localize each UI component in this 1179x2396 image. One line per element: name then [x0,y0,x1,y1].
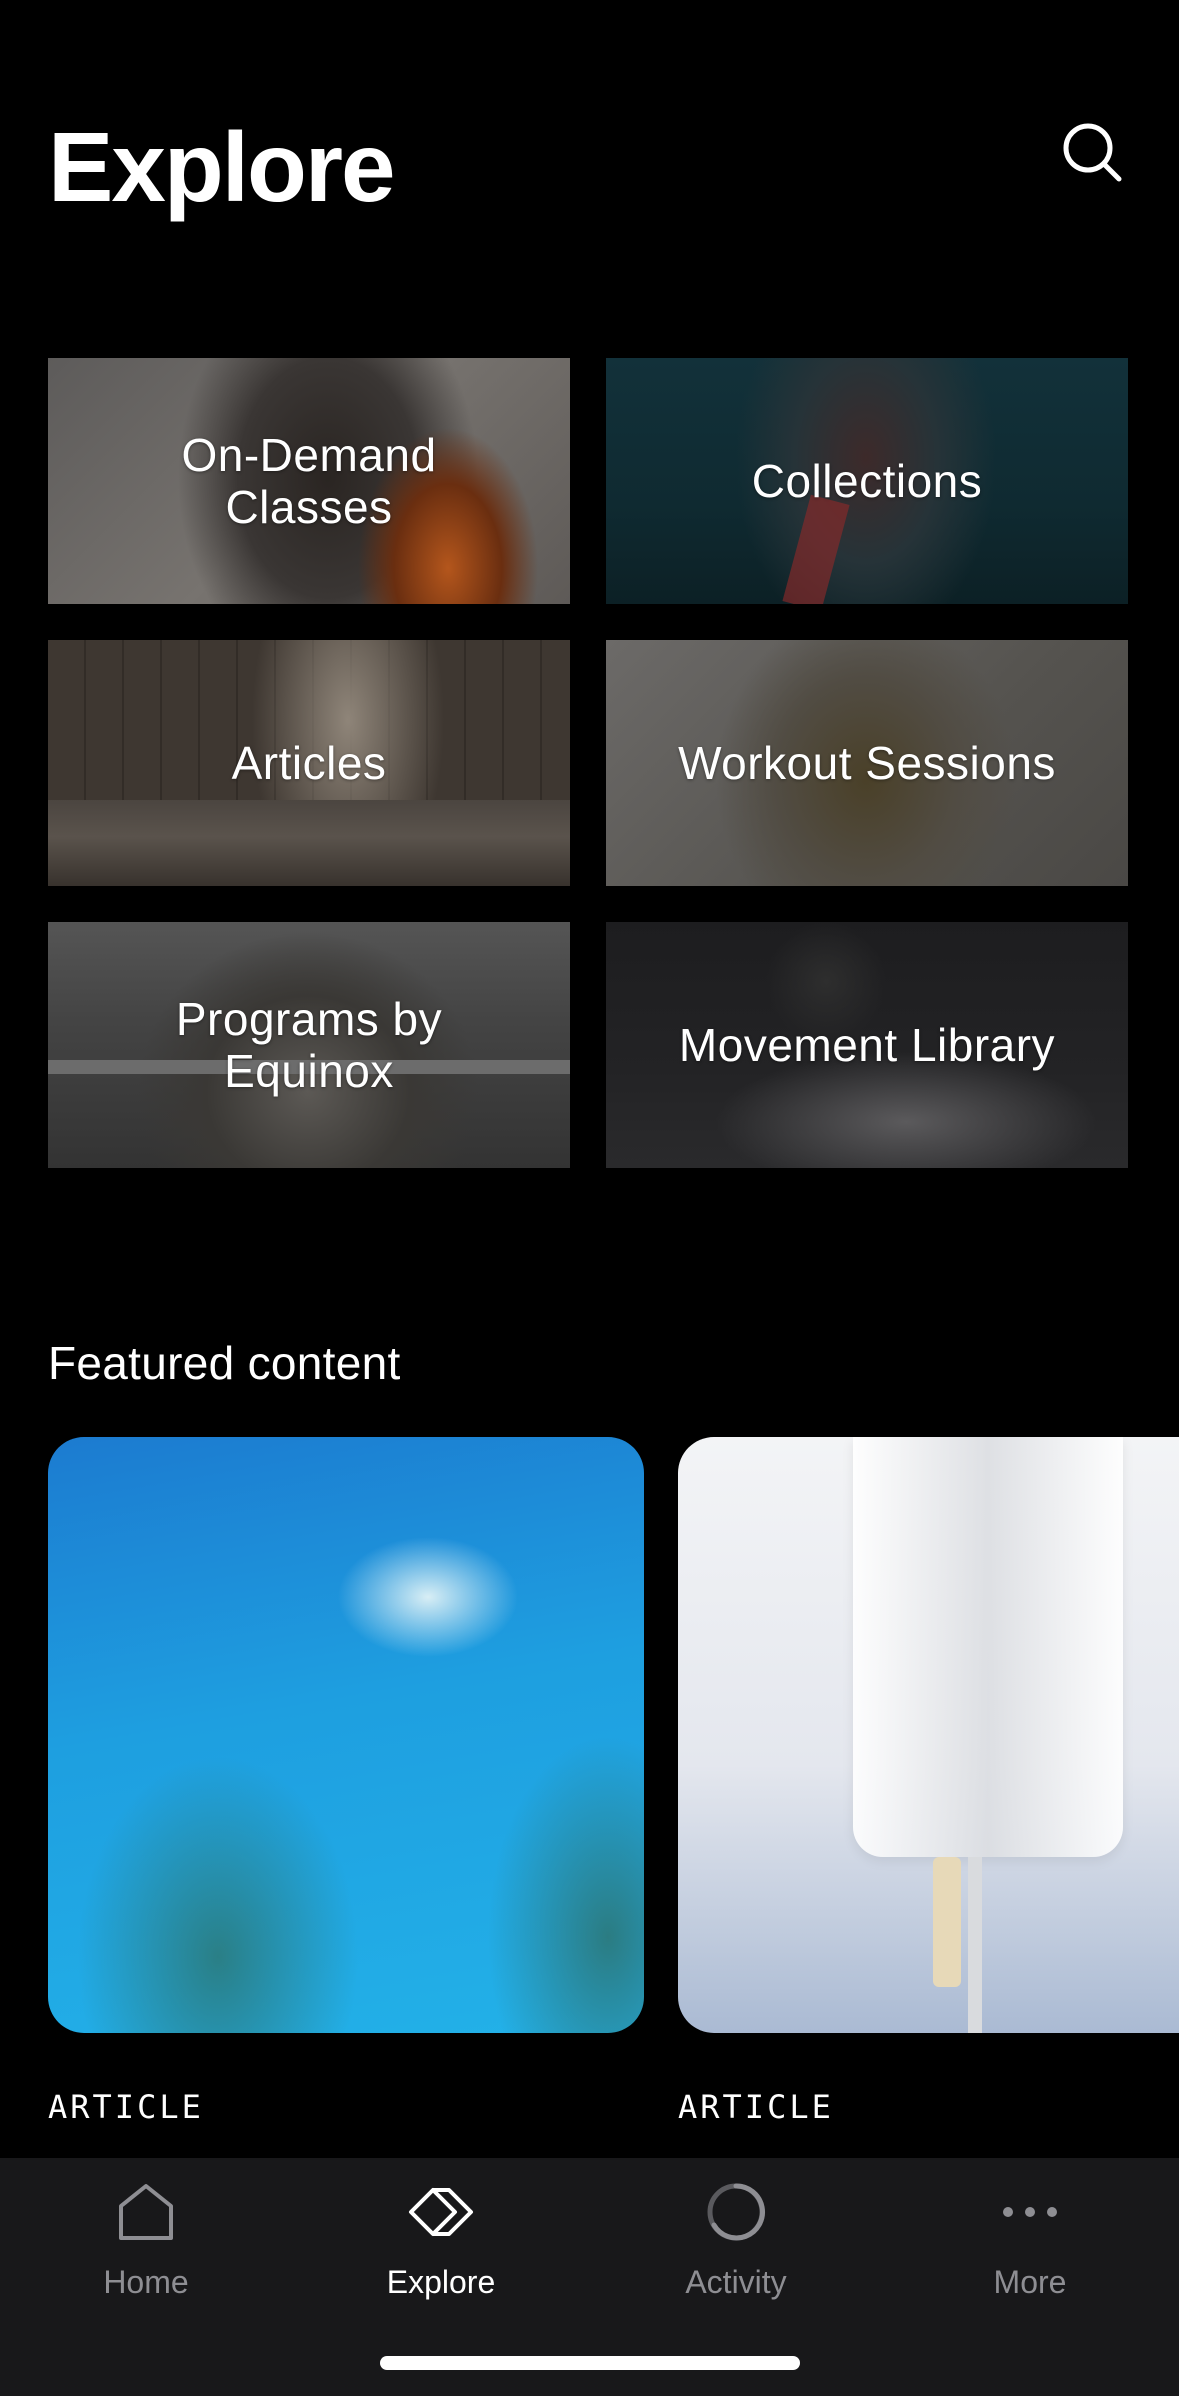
tab-explore[interactable]: Explore [331,2180,551,2301]
featured-section-title: Featured content [48,1337,401,1389]
activity-icon [707,2183,766,2241]
featured-card-swimmer[interactable] [48,1437,644,2033]
tab-label: Home [103,2264,189,2300]
tile-movement-library[interactable]: Movement Library [606,922,1128,1168]
tab-more[interactable]: More [920,2180,1140,2301]
home-icon [119,2184,173,2240]
tile-articles[interactable]: Articles [48,640,570,886]
tile-label: Programs by Equinox [175,993,443,1097]
iv-bag-image [853,1437,1123,1857]
search-icon[interactable] [1060,120,1124,184]
iv-tube-image [968,1857,982,2033]
tile-label: Workout Sessions [678,737,1056,789]
tile-label: Articles [231,737,387,789]
tile-label: Movement Library [678,1019,1056,1071]
home-indicator [380,2356,800,2370]
tab-label: Activity [685,2264,787,2300]
tile-on-demand-classes[interactable]: On-Demand Classes [48,358,570,604]
iv-port-image [933,1857,961,1987]
card-kind-label: ARTICLE [48,2088,204,2126]
explore-icon [409,2188,473,2236]
card-kind-label: ARTICLE [678,2088,834,2126]
featured-card-iv-bag[interactable] [678,1437,1179,2033]
tab-label: More [993,2264,1067,2300]
page-title: Explore [48,112,395,222]
tile-label: On-Demand Classes [181,429,437,533]
tab-label: Explore [386,2264,496,2300]
tile-programs-by-equinox[interactable]: Programs by Equinox [48,922,570,1168]
tile-workout-sessions[interactable]: Workout Sessions [606,640,1128,886]
tile-collections[interactable]: Collections [606,358,1128,604]
tile-label: Collections [751,455,983,507]
tab-home[interactable]: Home [36,2180,256,2301]
more-icon [1003,2207,1057,2217]
tab-activity[interactable]: Activity [626,2180,846,2301]
